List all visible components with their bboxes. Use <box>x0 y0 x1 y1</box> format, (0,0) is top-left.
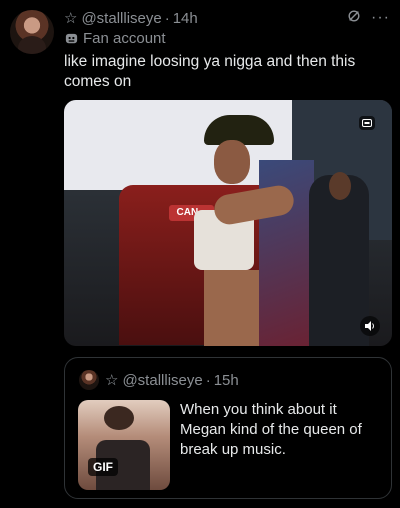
quote-avatar[interactable] <box>79 370 99 390</box>
quote-time[interactable]: 15h <box>214 372 239 389</box>
quote-gif-thumbnail[interactable]: GIF <box>78 400 170 490</box>
alt-text-icon[interactable] <box>359 116 375 130</box>
fan-account-icon <box>65 33 78 44</box>
separator-dot: · <box>164 9 170 27</box>
quote-header: ☆ @stallliseye · 15h <box>79 370 239 390</box>
star-outline-icon: ☆ <box>64 10 78 27</box>
avatar-figure <box>18 36 46 54</box>
more-icon[interactable]: ··· <box>371 10 390 26</box>
sound-icon[interactable] <box>360 316 380 336</box>
video-figure <box>204 270 259 346</box>
grok-icon[interactable] <box>347 9 361 27</box>
header-actions: ··· <box>347 9 390 27</box>
post-video[interactable]: CAN... <box>64 100 392 346</box>
fan-account-text: Fan account <box>83 30 166 47</box>
post-handle[interactable]: @stallliseye <box>81 10 161 27</box>
profile-avatar[interactable] <box>10 10 54 54</box>
post-header: ☆ @stallliseye · 14h ··· <box>64 8 390 28</box>
post-time[interactable]: 14h <box>173 10 198 27</box>
video-face <box>214 140 250 184</box>
fan-account-label: Fan account <box>64 30 166 47</box>
star-outline-icon: ☆ <box>105 372 119 389</box>
quoted-post[interactable]: ☆ @stallliseye · 15h GIF When you think … <box>64 357 392 499</box>
video-background-person-head <box>329 172 351 200</box>
post-text: like imagine loosing ya nigga and then t… <box>64 53 356 90</box>
quote-text: When you think about it Megan kind of th… <box>180 401 362 458</box>
video-background-person <box>309 175 369 346</box>
quote-handle[interactable]: @stallliseye <box>122 372 202 389</box>
gif-head <box>104 406 134 430</box>
separator-dot: · <box>205 371 211 389</box>
gif-badge: GIF <box>88 458 118 476</box>
